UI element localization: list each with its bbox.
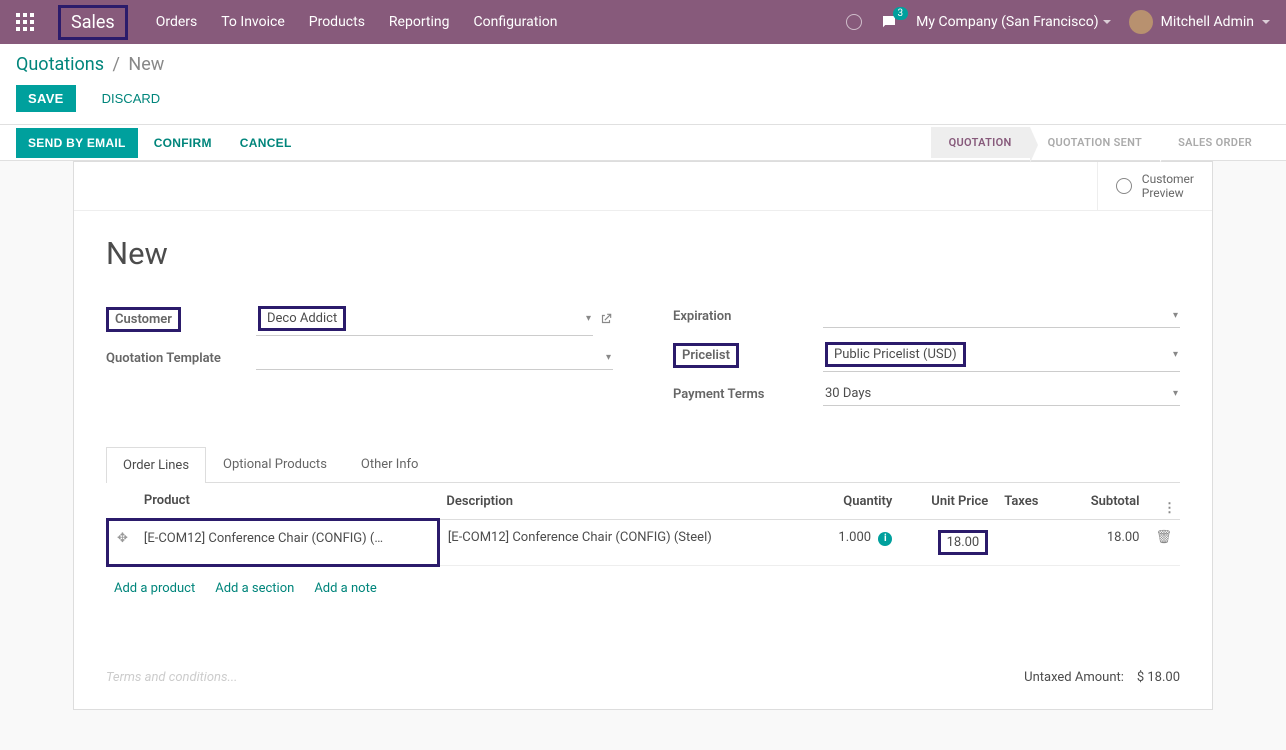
- pricelist-label: Pricelist: [673, 343, 739, 368]
- save-button[interactable]: SAVE: [16, 85, 76, 112]
- caret-down-icon: ▾: [1173, 349, 1178, 360]
- chat-icon[interactable]: 3: [880, 13, 898, 31]
- terms-input[interactable]: Terms and conditions...: [106, 670, 1024, 685]
- tab-optional-products[interactable]: Optional Products: [206, 446, 344, 482]
- activity-icon[interactable]: [846, 14, 862, 30]
- th-product: Product: [136, 483, 438, 520]
- confirm-button[interactable]: CONFIRM: [142, 128, 224, 158]
- cell-taxes[interactable]: [996, 520, 1062, 566]
- stage-quotation-sent[interactable]: QUOTATION SENT: [1030, 127, 1161, 158]
- caret-down-icon: [1262, 20, 1270, 24]
- nav-configuration[interactable]: Configuration: [473, 14, 557, 30]
- stage-sales-order[interactable]: SALES ORDER: [1160, 127, 1270, 158]
- drag-handle-icon[interactable]: ✥: [117, 531, 128, 546]
- preview-label-2: Preview: [1142, 186, 1194, 200]
- cancel-button[interactable]: CANCEL: [228, 128, 304, 158]
- nav-to-invoice[interactable]: To Invoice: [221, 14, 285, 30]
- untaxed-label: Untaxed Amount:: [1024, 670, 1124, 685]
- customer-value: Deco Addict: [258, 306, 346, 331]
- info-icon[interactable]: i: [878, 532, 892, 546]
- cell-quantity[interactable]: 1.000 i: [808, 520, 900, 566]
- preview-label-1: Customer: [1142, 172, 1194, 186]
- th-subtotal: Subtotal: [1062, 483, 1147, 520]
- external-link-icon[interactable]: [599, 312, 613, 326]
- pricelist-field[interactable]: Public Pricelist (USD) ▾: [823, 338, 1180, 372]
- payment-terms-value: 30 Days: [825, 386, 871, 401]
- th-unit-price: Unit Price: [900, 483, 996, 520]
- template-field[interactable]: ▾: [256, 346, 613, 370]
- brand-sales[interactable]: Sales: [58, 5, 128, 40]
- th-quantity: Quantity: [808, 483, 900, 520]
- expiration-label: Expiration: [673, 309, 823, 324]
- expiration-field[interactable]: ▾: [823, 304, 1180, 328]
- page-title: New: [106, 235, 1180, 272]
- payment-terms-field[interactable]: 30 Days ▾: [823, 382, 1180, 406]
- caret-down-icon: [1103, 20, 1111, 24]
- tab-order-lines[interactable]: Order Lines: [106, 447, 206, 483]
- breadcrumb-root[interactable]: Quotations: [16, 54, 104, 75]
- chat-badge: 3: [893, 7, 909, 20]
- breadcrumb-current: New: [128, 54, 164, 75]
- pricelist-value: Public Pricelist (USD): [825, 342, 966, 367]
- stage-quotation[interactable]: QUOTATION: [931, 127, 1030, 158]
- user-menu[interactable]: Mitchell Admin: [1129, 10, 1270, 34]
- untaxed-value: $ 18.00: [1137, 670, 1180, 685]
- add-product-link[interactable]: Add a product: [114, 581, 195, 596]
- customer-field[interactable]: Deco Addict ▾: [256, 302, 593, 336]
- add-section-link[interactable]: Add a section: [215, 581, 294, 596]
- cell-unit-price[interactable]: 18.00: [900, 520, 996, 566]
- breadcrumb: Quotations / New: [16, 54, 1270, 75]
- caret-down-icon: ▾: [1173, 310, 1178, 321]
- cell-subtotal: 18.00: [1062, 520, 1147, 566]
- company-name: My Company (San Francisco): [916, 14, 1098, 30]
- template-label: Quotation Template: [106, 351, 256, 366]
- cell-product[interactable]: [E-COM12] Conference Chair (CONFIG) (…: [136, 520, 438, 566]
- columns-menu-icon[interactable]: ⋮: [1163, 501, 1176, 516]
- cell-description[interactable]: [E-COM12] Conference Chair (CONFIG) (Ste…: [438, 520, 808, 566]
- user-name: Mitchell Admin: [1161, 14, 1254, 30]
- th-description: Description: [438, 483, 808, 520]
- globe-icon: [1116, 178, 1132, 194]
- customer-preview-button[interactable]: Customer Preview: [1097, 162, 1212, 210]
- nav-orders[interactable]: Orders: [156, 14, 198, 30]
- company-selector[interactable]: My Company (San Francisco): [916, 14, 1110, 30]
- caret-down-icon: ▾: [1173, 388, 1178, 399]
- nav-products[interactable]: Products: [309, 14, 365, 30]
- trash-icon[interactable]: 🗑: [1155, 530, 1172, 545]
- avatar: [1129, 10, 1153, 34]
- send-email-button[interactable]: SEND BY EMAIL: [16, 128, 138, 158]
- apps-icon[interactable]: [16, 13, 34, 31]
- caret-down-icon: ▾: [606, 352, 611, 363]
- caret-down-icon: ▾: [586, 313, 591, 324]
- tab-other-info[interactable]: Other Info: [344, 446, 436, 482]
- nav-reporting[interactable]: Reporting: [389, 14, 450, 30]
- customer-label: Customer: [106, 307, 181, 332]
- th-taxes: Taxes: [996, 483, 1062, 520]
- discard-button[interactable]: DISCARD: [90, 85, 173, 112]
- table-row[interactable]: ✥ [E-COM12] Conference Chair (CONFIG) (……: [108, 520, 1181, 566]
- add-note-link[interactable]: Add a note: [314, 581, 376, 596]
- payment-terms-label: Payment Terms: [673, 387, 823, 402]
